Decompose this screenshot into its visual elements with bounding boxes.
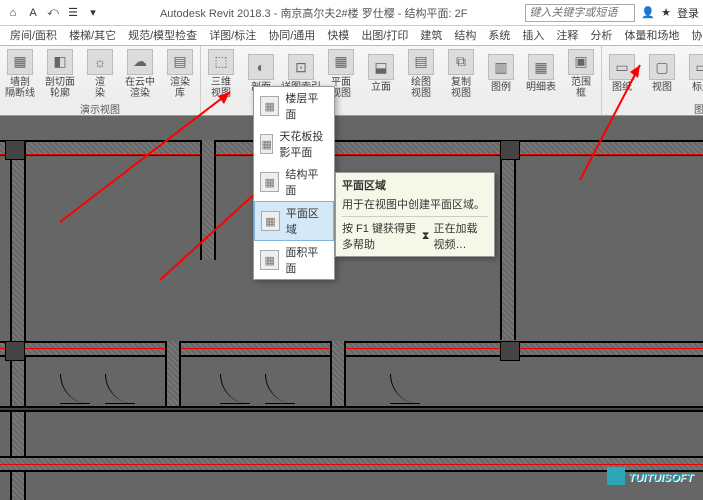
column [500, 341, 520, 361]
plan-view-icon: ▦ [328, 49, 354, 75]
tab-analyze[interactable]: 分析 [584, 25, 618, 45]
tab-arch[interactable]: 建筑 [414, 25, 448, 45]
dropdown-item-structural-plan[interactable]: ▦结构平面 [254, 163, 334, 201]
wall [165, 341, 181, 411]
door [105, 374, 135, 404]
wall [10, 140, 26, 500]
btn-schedule[interactable]: ▦明细表 [521, 46, 561, 101]
tab-insert[interactable]: 插入 [516, 25, 550, 45]
column [5, 341, 25, 361]
dropdown-item-rcp[interactable]: ▦天花板投影平面 [254, 125, 334, 163]
dropdown-item-floor-plan[interactable]: ▦楼层平面 [254, 87, 334, 125]
login-link[interactable]: 登录 [677, 5, 699, 21]
star-icon[interactable]: ★ [661, 6, 671, 19]
wall [0, 406, 703, 412]
tab-room-area[interactable]: 房间/面积 [4, 25, 63, 45]
search-input[interactable] [525, 4, 635, 22]
column [5, 140, 25, 160]
quick-access-toolbar: ⌂ A ⤺ ☰ ▾ [4, 4, 102, 22]
tab-systems[interactable]: 系统 [482, 25, 516, 45]
qat-menu-icon[interactable]: ☰ [64, 4, 82, 22]
tooltip-loading: 正在加载视频… [433, 220, 488, 252]
tab-stairs[interactable]: 楼梯/其它 [63, 25, 122, 45]
section-icon: ◐ [248, 54, 274, 80]
plan-view-dropdown: ▦楼层平面 ▦天花板投影平面 ▦结构平面 ▦平面区域 ▦面积平面 [253, 86, 335, 280]
btn-titleblock[interactable]: ▭标题 [682, 46, 703, 101]
drafting-icon: ▤ [408, 49, 434, 75]
callout-icon: ⊡ [288, 54, 314, 80]
qat-home-icon[interactable]: ⌂ [4, 4, 22, 22]
annotation-arrow [570, 60, 670, 190]
tab-print[interactable]: 出图/打印 [355, 25, 414, 45]
gridline [0, 348, 703, 349]
watermark: TUITUISOFT [607, 465, 693, 486]
rcp-icon: ▦ [260, 134, 273, 154]
area-plan-icon: ▦ [260, 250, 279, 270]
dropdown-item-plan-region[interactable]: ▦平面区域 [254, 201, 334, 241]
wall-section-icon: ▦ [7, 49, 33, 75]
door [390, 374, 420, 404]
loading-icon: ⧗ [422, 230, 430, 243]
btn-drafting-view[interactable]: ▤绘图视图 [401, 46, 441, 101]
ribbon-tabs: 房间/面积 楼梯/其它 规范/模型检查 详图/标注 协同/通用 快模 出图/打印… [0, 26, 703, 46]
wall [500, 140, 516, 340]
struct-plan-icon: ▦ [260, 172, 279, 192]
door [60, 374, 90, 404]
title-right-area: 👤 ★ 登录 [641, 5, 699, 21]
cut-profile-icon: ◧ [47, 49, 73, 75]
window-title: Autodesk Revit 2018.3 - 南京高尔夫2#楼 罗仕樱 - 结… [102, 5, 525, 21]
app-name: Autodesk Revit 2018.3 - [160, 8, 277, 20]
tab-collab-gen[interactable]: 协同/通用 [262, 25, 321, 45]
gridline [0, 464, 703, 465]
legend-icon: ▥ [488, 54, 514, 80]
cube-icon: ⬚ [208, 49, 234, 75]
tab-check[interactable]: 规范/模型检查 [122, 25, 203, 45]
wall [330, 341, 346, 411]
duplicate-icon: ⧉ [448, 49, 474, 75]
btn-wall-section[interactable]: ▦墙剖隔断线 [0, 46, 40, 101]
qat-text-icon[interactable]: A [24, 4, 42, 22]
tab-annotate[interactable]: 注释 [550, 25, 584, 45]
qat-more-icon[interactable]: ▾ [84, 4, 102, 22]
render-icon: ☼ [87, 49, 113, 75]
door [265, 374, 295, 404]
tooltip-f1: 按 F1 键获得更多帮助 [342, 220, 418, 252]
qat-undo-icon[interactable]: ⤺ [44, 4, 62, 22]
tab-quick[interactable]: 快模 [321, 25, 355, 45]
btn-duplicate-view[interactable]: ⧉复制视图 [441, 46, 481, 101]
column [500, 140, 520, 160]
infocenter-icon[interactable]: 👤 [641, 6, 655, 19]
tooltip-title: 平面区域 [342, 177, 488, 193]
tab-detail[interactable]: 详图/标注 [203, 25, 262, 45]
elevation-icon: ⬓ [368, 54, 394, 80]
tooltip: 平面区域 用于在视图中创建平面区域。 按 F1 键获得更多帮助 ⧗ 正在加载视频… [335, 172, 495, 257]
plan-region-icon: ▦ [261, 211, 280, 231]
door [220, 374, 250, 404]
title-icon: ▭ [689, 54, 703, 80]
tab-collab[interactable]: 协作 [685, 25, 703, 45]
tab-massing[interactable]: 体量和场地 [618, 25, 685, 45]
btn-legend[interactable]: ▥图例 [481, 46, 521, 101]
wall [0, 341, 703, 357]
tab-struct[interactable]: 结构 [448, 25, 482, 45]
floor-plan-icon: ▦ [260, 96, 279, 116]
cloud-render-icon: ☁ [127, 49, 153, 75]
btn-elevation[interactable]: ⬓立面 [361, 46, 401, 101]
document-name: 南京高尔夫2#楼 罗仕樱 - 结构平面: 2F [280, 8, 467, 20]
tooltip-body: 用于在视图中创建平面区域。 [342, 196, 488, 212]
watermark-icon [607, 467, 625, 485]
dropdown-item-area-plan[interactable]: ▦面积平面 [254, 241, 334, 279]
gallery-icon: ▤ [167, 49, 193, 75]
schedule-icon: ▦ [528, 54, 554, 80]
title-bar: ⌂ A ⤺ ☰ ▾ Autodesk Revit 2018.3 - 南京高尔夫2… [0, 0, 703, 26]
